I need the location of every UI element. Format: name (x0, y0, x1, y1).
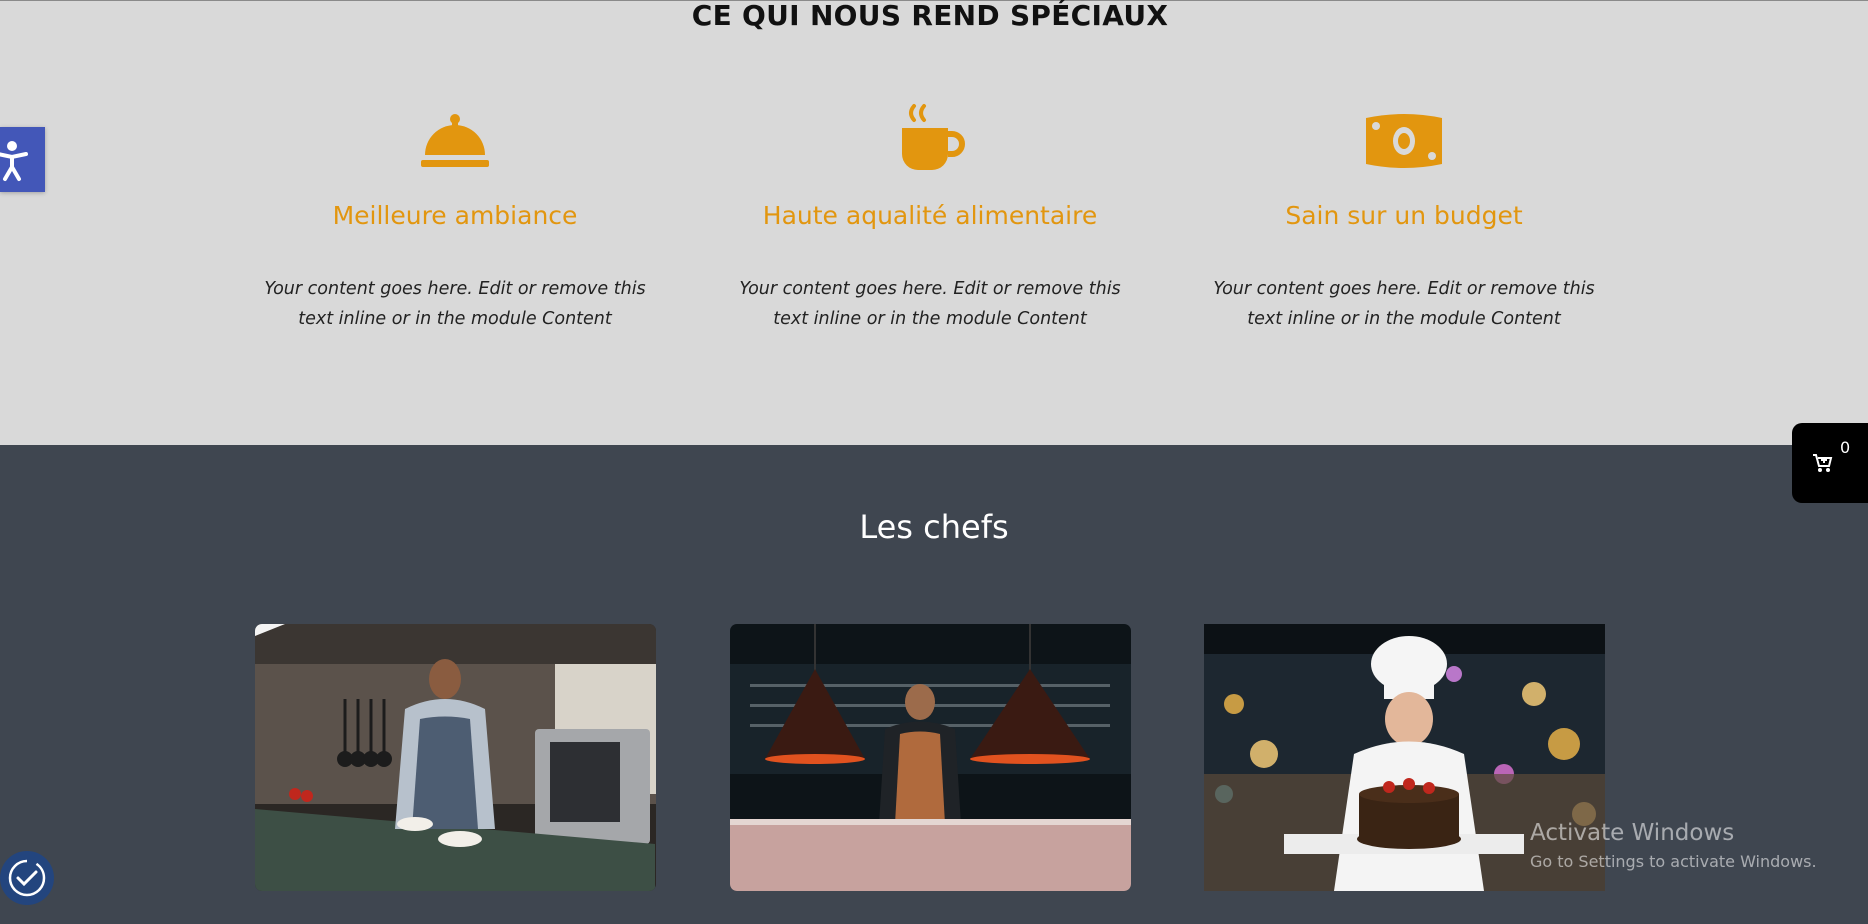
accessibility-button[interactable] (0, 127, 45, 192)
feature-body: Your content goes here. Edit or remove t… (739, 279, 1121, 329)
section-title: CE QUI NOUS REND SPÉCIAUX (691, 0, 1169, 32)
feature-body: Your content goes here. Edit or remove t… (1213, 279, 1595, 329)
chef-lamps-image (730, 624, 1131, 891)
feature-card-budget: Sain sur un budget Your content goes her… (1184, 100, 1624, 334)
chefs-section: Les chefs (0, 445, 1868, 924)
chef-photo-cake[interactable] (1204, 624, 1605, 891)
chef-kitchen-image (255, 624, 656, 891)
page: CE QUI NOUS REND SPÉCIAUX Meilleure ambi… (0, 0, 1868, 924)
feature-heading: Meilleure ambiance (332, 201, 578, 230)
accessibility-person-icon (0, 140, 28, 181)
cookie-settings-icon (8, 859, 46, 897)
shopping-cart-icon (1813, 454, 1833, 472)
chefs-title: Les chefs (859, 508, 1009, 546)
service-bell-icon (421, 114, 489, 167)
coffee-cup-icon (902, 104, 965, 170)
cookie-settings-button[interactable] (0, 851, 54, 905)
money-bill-icon (1366, 114, 1442, 168)
chef-photo-kitchen[interactable] (255, 624, 656, 891)
feature-heading: Sain sur un budget (1285, 201, 1523, 230)
cart-count: 0 (1840, 438, 1851, 457)
feature-card-quality: Haute aqualité alimentaire Your content … (710, 100, 1150, 334)
feature-heading: Haute aqualité alimentaire (762, 201, 1098, 230)
feature-card-ambiance: Meilleure ambiance Your content goes her… (235, 100, 675, 334)
features-section: CE QUI NOUS REND SPÉCIAUX Meilleure ambi… (0, 0, 1868, 445)
chef-cake-image (1204, 624, 1605, 891)
feature-body: Your content goes here. Edit or remove t… (264, 279, 646, 329)
cart-button[interactable]: 0 (1792, 423, 1868, 503)
chef-photo-heat-lamps[interactable] (730, 624, 1131, 891)
